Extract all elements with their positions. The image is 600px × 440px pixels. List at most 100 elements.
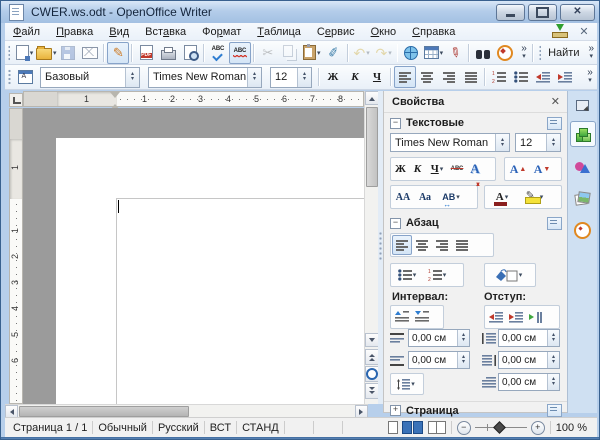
- align-left-button[interactable]: [392, 235, 412, 255]
- numbering-dropdown-icon[interactable]: ▾: [443, 271, 447, 279]
- align-center-button[interactable]: [412, 235, 432, 255]
- scroll-down-button[interactable]: [365, 333, 379, 347]
- open-button[interactable]: ▾: [35, 42, 57, 64]
- menu-edit[interactable]: Правка: [48, 23, 101, 41]
- undo-dropdown-icon[interactable]: ▾: [366, 49, 370, 57]
- zoom-slider[interactable]: [475, 427, 527, 428]
- page-preview-button[interactable]: [179, 42, 201, 64]
- combobox-stepper-icon[interactable]: [247, 68, 261, 87]
- spin-stepper-icon[interactable]: [547, 352, 559, 368]
- menu-insert[interactable]: Вставка: [137, 23, 194, 41]
- before-text-indent-spinbox[interactable]: 0,00 см: [498, 329, 560, 347]
- line-spacing-dropdown-icon[interactable]: ▾: [411, 380, 415, 388]
- combobox-stepper-icon[interactable]: [495, 134, 509, 151]
- find-toolbar-grip[interactable]: [539, 45, 541, 61]
- italic-button[interactable]: К: [409, 159, 426, 179]
- format-paintbrush-button[interactable]: ✐: [323, 42, 345, 64]
- save-button[interactable]: [57, 42, 79, 64]
- sidebar-close-icon[interactable]: ✕: [551, 95, 560, 108]
- draw-functions-button[interactable]: ✎: [444, 42, 466, 64]
- increase-font-size-button[interactable]: А▲: [506, 159, 530, 179]
- below-spacing-spinbox[interactable]: 0,00 см: [408, 351, 470, 369]
- undo-button[interactable]: ↶▾: [351, 42, 373, 64]
- above-spacing-spinbox[interactable]: 0,00 см: [408, 329, 470, 347]
- italic-button[interactable]: К: [344, 66, 366, 88]
- combobox-stepper-icon[interactable]: [297, 68, 311, 87]
- zoom-out-button[interactable]: −: [457, 421, 471, 435]
- titlebar[interactable]: CWER.ws.odt - OpenOffice Writer: [1, 1, 600, 23]
- document-workspace[interactable]: [23, 108, 364, 404]
- status-page-number[interactable]: Страница 1 / 1: [13, 422, 87, 434]
- zoom-slider-thumb[interactable]: [493, 421, 506, 434]
- bullet-dropdown-icon[interactable]: ▾: [413, 271, 417, 279]
- redo-dropdown-icon[interactable]: ▾: [388, 49, 392, 57]
- font-size-combobox[interactable]: 12: [270, 67, 312, 88]
- horizontal-ruler[interactable]: 1 1 2 3 4 5 6 7 8: [23, 91, 364, 107]
- toolbar-overflow-button[interactable]: »▾: [518, 45, 530, 61]
- scroll-up-button[interactable]: [365, 91, 379, 105]
- menu-format[interactable]: Формат: [194, 23, 249, 41]
- close-document-icon[interactable]: ✕: [577, 25, 591, 39]
- page-section-dialog-launcher-icon[interactable]: [547, 404, 562, 417]
- menu-file[interactable]: Файл: [5, 23, 48, 41]
- menu-window[interactable]: Окно: [363, 23, 405, 41]
- uppercase-button[interactable]: АА▲: [392, 187, 414, 207]
- switch-indent-button[interactable]: [526, 307, 546, 327]
- minimize-button[interactable]: [496, 4, 525, 21]
- table-dropdown-icon[interactable]: ▾: [440, 49, 444, 57]
- decrease-font-size-button[interactable]: А▼: [530, 159, 554, 179]
- spacing-dropdown-icon[interactable]: ▾: [456, 193, 460, 201]
- multi-page-view-button[interactable]: [402, 421, 424, 434]
- align-right-button[interactable]: [432, 235, 452, 255]
- print-button[interactable]: [157, 42, 179, 64]
- justify-button[interactable]: [460, 66, 482, 88]
- vertical-scrollbar[interactable]: [364, 91, 378, 404]
- combobox-stepper-icon[interactable]: [546, 134, 560, 151]
- text-section-dialog-launcher-icon[interactable]: [547, 117, 562, 130]
- expand-page-section-icon[interactable]: [390, 405, 401, 416]
- new-document-button[interactable]: ▾: [13, 42, 35, 64]
- status-page-style[interactable]: Обычный: [98, 422, 147, 434]
- book-view-button[interactable]: [428, 421, 446, 434]
- collapse-paragraph-section-icon[interactable]: [390, 218, 401, 229]
- bold-button[interactable]: Ж: [322, 66, 344, 88]
- formatting-overflow-button[interactable]: »▾: [583, 69, 597, 85]
- font-color-button[interactable]: А▾: [486, 187, 518, 207]
- bold-button[interactable]: Ж: [392, 159, 409, 179]
- status-language[interactable]: Русский: [158, 422, 199, 434]
- decrease-indent-button[interactable]: [486, 307, 506, 327]
- navigation-button[interactable]: [365, 366, 379, 382]
- styles-panel-button[interactable]: [14, 66, 36, 88]
- align-right-button[interactable]: [438, 66, 460, 88]
- document-page[interactable]: [56, 138, 364, 404]
- justify-button[interactable]: [452, 235, 472, 255]
- font-color-dropdown-icon[interactable]: ▾: [505, 193, 509, 201]
- horizontal-scrollbar[interactable]: [5, 404, 368, 417]
- highlight-color-button[interactable]: ▾: [518, 187, 550, 207]
- numbered-list-button[interactable]: 12: [488, 66, 510, 88]
- export-pdf-button[interactable]: PDF: [135, 42, 157, 64]
- horizontal-scroll-thumb[interactable]: [19, 406, 189, 417]
- line-spacing-button[interactable]: ▾: [392, 374, 420, 394]
- spin-stepper-icon[interactable]: [547, 330, 559, 346]
- underline-dropdown-icon[interactable]: ▾: [440, 165, 444, 173]
- font-name-combobox[interactable]: Times New Roman: [148, 67, 262, 88]
- vertical-scroll-thumb[interactable]: [366, 107, 378, 187]
- increase-indent-button[interactable]: [506, 307, 526, 327]
- lowercase-button[interactable]: Аа▼: [414, 187, 436, 207]
- tab-navigator[interactable]: [570, 217, 596, 243]
- find-toolbar-label[interactable]: Найти: [548, 47, 579, 59]
- spin-stepper-icon[interactable]: [457, 352, 469, 368]
- find-replace-button[interactable]: [472, 42, 494, 64]
- email-button[interactable]: [79, 42, 101, 64]
- underline-button[interactable]: Ч▾: [426, 159, 448, 179]
- status-insert-mode[interactable]: ВСТ: [210, 422, 231, 434]
- open-dropdown-icon[interactable]: ▾: [53, 49, 57, 57]
- copy-button[interactable]: [279, 42, 301, 64]
- menu-table[interactable]: Таблица: [249, 23, 309, 41]
- edit-mode-button[interactable]: ✎: [107, 42, 129, 64]
- menu-tools[interactable]: Сервис: [309, 23, 363, 41]
- underline-button[interactable]: Ч: [366, 66, 388, 88]
- paragraph-style-combobox[interactable]: Базовый: [40, 67, 140, 88]
- numbered-list-button[interactable]: 12▾: [422, 265, 452, 285]
